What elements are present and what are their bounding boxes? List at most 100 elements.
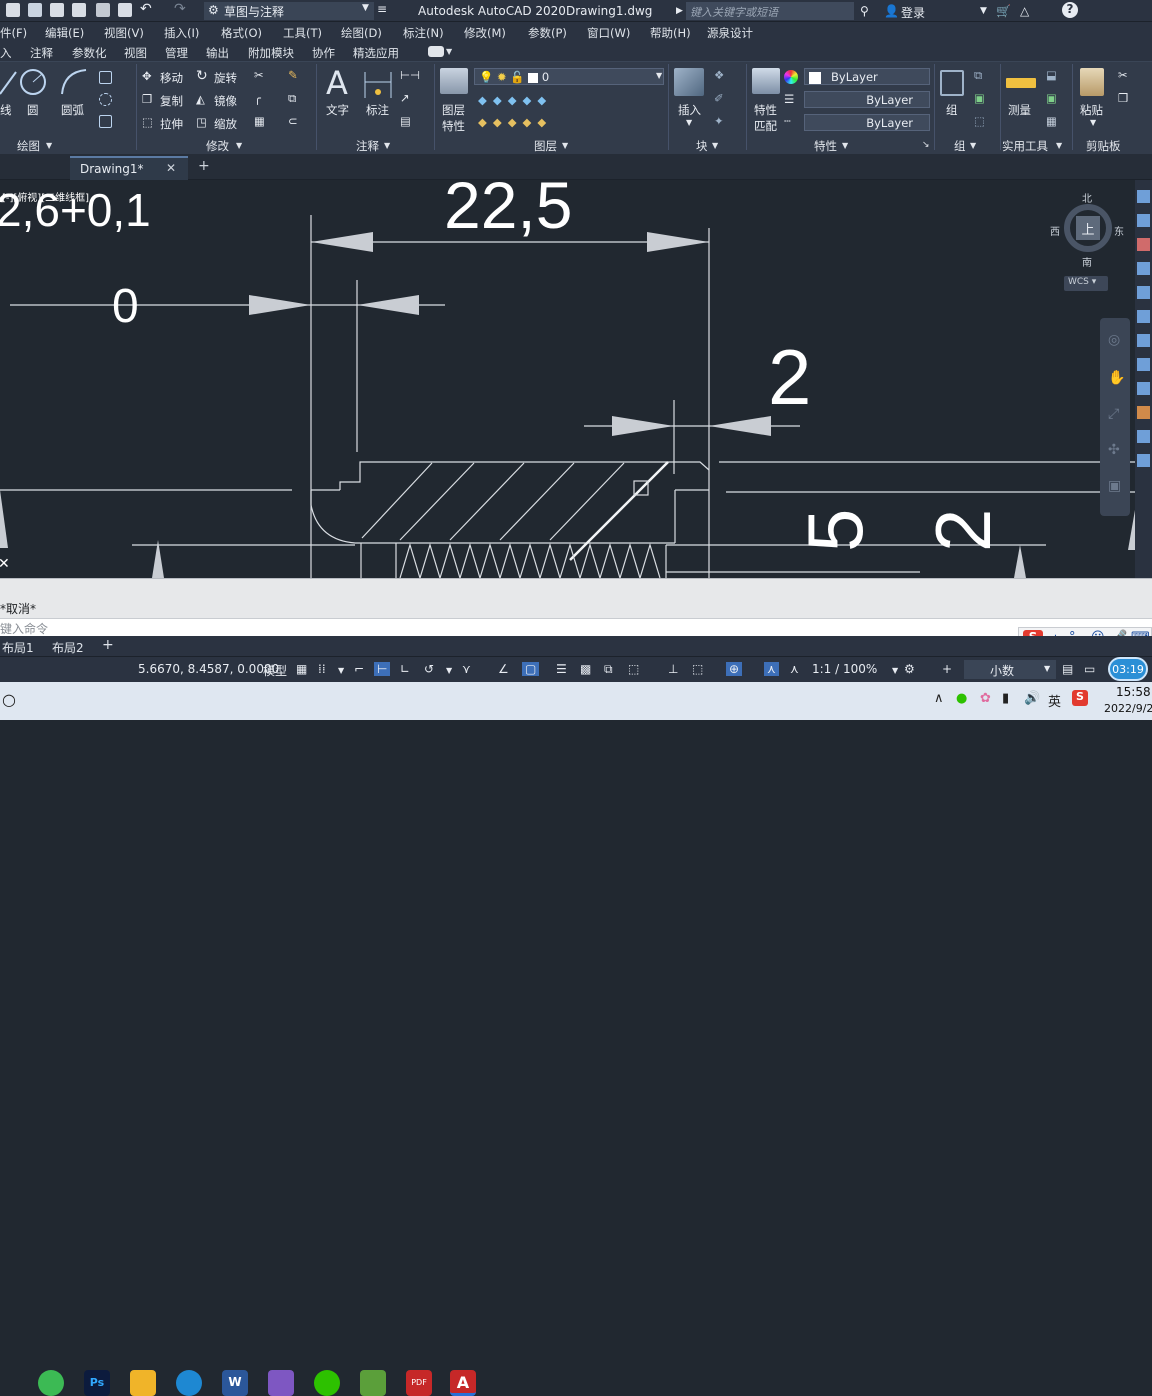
annotation-scale[interactable]: 1:1 / 100% (812, 662, 877, 676)
side-tool-icon[interactable] (1137, 406, 1150, 419)
zoom-extents-icon[interactable]: ⤢ (1108, 406, 1119, 422)
arc-icon[interactable] (60, 68, 88, 96)
insert-dropdown-icon[interactable]: ▼ (686, 118, 692, 127)
dimension-label[interactable]: 标注 (366, 102, 389, 118)
draw-panel-title[interactable]: 绘图 (17, 138, 40, 154)
text-label[interactable]: 文字 (326, 102, 349, 118)
tab-layout1[interactable]: 布局1 (2, 639, 34, 656)
mirror-button[interactable]: 镜像 (214, 93, 237, 109)
layer-properties-label-1[interactable]: 图层 (442, 102, 465, 118)
group-select-icon[interactable]: ⬚ (974, 114, 985, 128)
tab-featured-apps[interactable]: 精选应用 (353, 45, 399, 61)
open-file-icon[interactable] (28, 3, 42, 17)
polar-dropdown-icon[interactable]: ▼ (446, 666, 452, 675)
menu-help[interactable]: 帮助(H) (650, 25, 691, 41)
id-point-icon[interactable]: ⬓ (1046, 68, 1057, 82)
circle-icon[interactable] (20, 68, 48, 96)
arc-label[interactable]: 圆弧 (61, 102, 84, 118)
ortho-icon[interactable]: ∟ (400, 662, 410, 676)
annotation-panel-title[interactable]: 注释 (356, 138, 379, 154)
clean-screen-icon[interactable]: ▭ (1084, 662, 1095, 676)
isodraft-icon[interactable]: ⋎ (462, 662, 471, 676)
menu-edit[interactable]: 编辑(E) (45, 25, 84, 41)
save-as-icon[interactable] (72, 3, 86, 17)
insert-label[interactable]: 插入 (678, 102, 701, 118)
table-icon[interactable]: ▤ (400, 114, 411, 128)
match-properties-label-1[interactable]: 特性 (754, 102, 777, 118)
side-tool-icon[interactable] (1137, 334, 1150, 347)
match-properties-label-2[interactable]: 匹配 (754, 118, 777, 134)
web-mobile-icon[interactable] (96, 3, 110, 17)
menu-file[interactable]: 件(F) (0, 25, 27, 41)
side-tool-icon[interactable] (1137, 190, 1150, 203)
scale-button[interactable]: 缩放 (214, 116, 237, 132)
color-dropdown[interactable]: ByLayer (804, 68, 930, 85)
groups-panel-title[interactable]: 组 (954, 138, 966, 154)
workspace-selector[interactable]: ⚙ 草图与注释 ▼ (204, 2, 374, 20)
fillet-icon[interactable]: ╭ (254, 91, 261, 105)
wcs-menu[interactable]: WCS ▾ (1064, 276, 1108, 291)
pan-icon[interactable]: ✋ (1108, 370, 1125, 386)
close-tab-icon[interactable]: ✕ (166, 161, 176, 175)
ribbon-toggle-dropdown-icon[interactable]: ▼ (446, 47, 452, 56)
lineweight-icon[interactable]: ☰ (784, 92, 794, 106)
line-label[interactable]: 线 (0, 102, 12, 118)
showmotion-icon[interactable]: ▣ (1108, 478, 1121, 494)
wechat-icon[interactable] (314, 1370, 340, 1396)
trim-icon[interactable]: ✂ (254, 68, 264, 82)
linear-dim-icon[interactable]: ⊢⊣ (400, 68, 420, 82)
create-block-icon[interactable]: ❖ (714, 68, 724, 82)
menu-window[interactable]: 窗口(W) (587, 25, 630, 41)
login-dropdown-icon[interactable]: ▼ (980, 6, 987, 16)
side-tool-icon[interactable] (1137, 238, 1150, 251)
paste-label[interactable]: 粘贴 (1080, 102, 1103, 118)
boundary-icon[interactable] (99, 115, 112, 128)
linetype-dropdown[interactable]: ByLayer (804, 114, 930, 131)
grid-icon[interactable]: ▦ (296, 662, 307, 676)
linetype-icon[interactable]: ┄ (784, 114, 791, 128)
draw-panel-expand-icon[interactable]: ▼ (46, 141, 52, 150)
group-label[interactable]: 组 (946, 102, 958, 118)
object-snap-icon[interactable]: ▢ (522, 662, 540, 676)
paste-dropdown-icon[interactable]: ▼ (1090, 118, 1096, 127)
menu-yuanquan[interactable]: 源泉设计 (707, 25, 753, 41)
tray-sogou-icon[interactable]: S (1072, 690, 1088, 706)
drawing-canvas[interactable]: [-][俯视][二维线框] 2,6+0,1 22,5 0 2 5 2 ✕ 北 上… (0, 180, 1135, 578)
tab-manage[interactable]: 管理 (165, 45, 188, 61)
erase-icon[interactable]: ✎ (288, 68, 298, 82)
tray-usb-icon[interactable]: ▮ (1002, 691, 1009, 706)
rectangle-icon[interactable] (99, 71, 112, 84)
rotate-button[interactable]: 旋转 (214, 70, 237, 86)
file-explorer-icon[interactable] (130, 1370, 156, 1396)
measure-label[interactable]: 测量 (1008, 102, 1031, 118)
viewcube-north[interactable]: 北 (1082, 190, 1092, 205)
calculator-icon[interactable]: ▦ (1046, 114, 1057, 128)
layers-panel-title[interactable]: 图层 (534, 138, 557, 154)
infer-constraints-icon[interactable]: ⌐ (354, 662, 364, 676)
array-icon[interactable]: ▦ (254, 114, 265, 128)
app-icon-2[interactable] (360, 1370, 386, 1396)
ribbon-toggle-icon[interactable] (428, 46, 444, 57)
units-dropdown[interactable]: 小数 ▼ (964, 660, 1056, 679)
transparency-icon[interactable]: ▩ (580, 662, 591, 676)
command-input[interactable]: 键入命令 (0, 618, 1152, 636)
search-expand-icon[interactable]: ▶ (676, 6, 683, 16)
copy-clip-icon[interactable]: ❐ (1118, 91, 1128, 105)
snap-icon[interactable]: ⁞⁞ (318, 662, 326, 676)
add-layout-icon[interactable]: + (102, 637, 114, 653)
dynamic-ucs-icon[interactable]: ⊥ (668, 662, 678, 676)
side-tool-icon[interactable] (1137, 382, 1150, 395)
color-wheel-icon[interactable] (784, 70, 798, 84)
viewcube[interactable]: 北 上 西 东 南 (1050, 188, 1124, 269)
selection-filter-icon[interactable]: ⬚ (692, 662, 703, 676)
viewcube-south[interactable]: 南 (1082, 254, 1092, 269)
pdf-icon[interactable]: PDF (406, 1370, 432, 1396)
block-attribute-icon[interactable]: ✦ (714, 114, 724, 128)
tab-annotate[interactable]: 注释 (30, 45, 53, 61)
menu-parametric[interactable]: 参数(P) (528, 25, 567, 41)
drawing-svg[interactable]: [-][俯视][二维线框] 2,6+0,1 22,5 0 2 5 2 ✕ (0, 180, 1135, 578)
utilities-panel-title[interactable]: 实用工具 (1002, 138, 1048, 154)
new-file-icon[interactable] (6, 3, 20, 17)
new-tab-icon[interactable]: + (198, 158, 210, 174)
menu-modify[interactable]: 修改(M) (464, 25, 506, 41)
